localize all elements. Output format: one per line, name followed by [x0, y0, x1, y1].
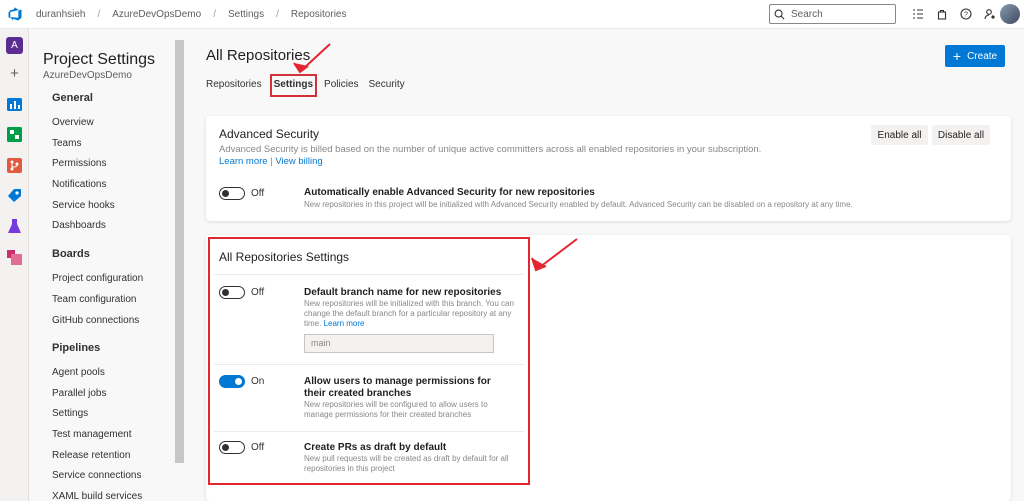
- annotation-arrows: [293, 43, 578, 272]
- annotation-arrow-tab: [293, 43, 331, 74]
- annotation-arrow-card: [531, 238, 578, 272]
